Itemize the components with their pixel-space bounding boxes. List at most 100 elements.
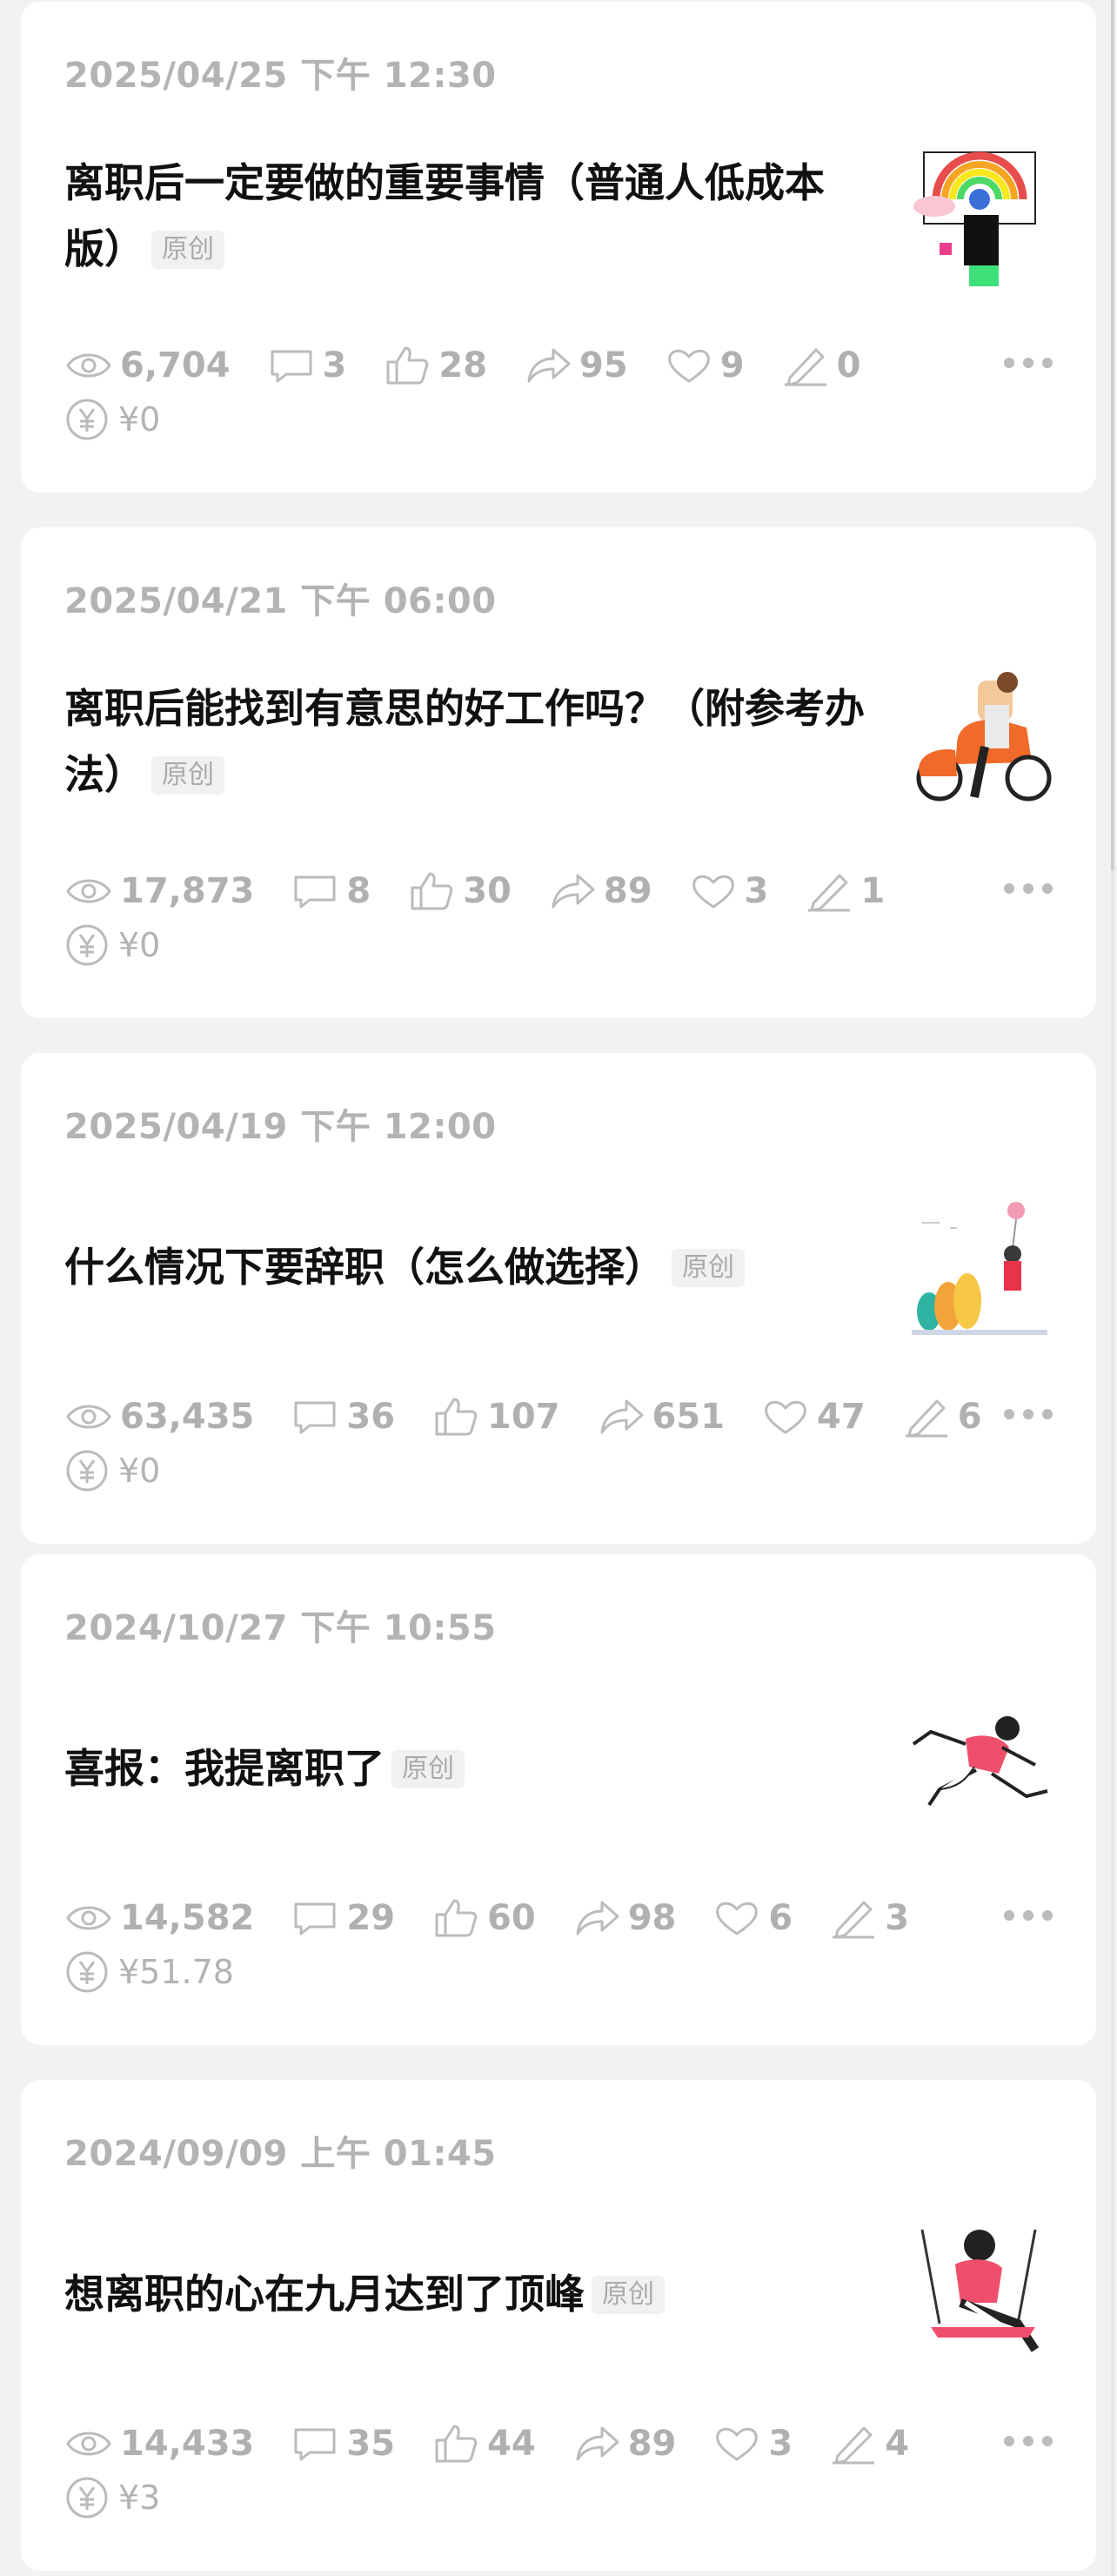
pen-icon [905, 1399, 947, 1438]
post-title-text: 喜报：我提离职了 [64, 1745, 385, 1792]
favorites-stat[interactable]: 47 [761, 1396, 866, 1438]
views-count: 14,582 [120, 1898, 255, 1938]
views-stat: 17,873 [64, 870, 254, 912]
pen-icon [833, 2426, 875, 2465]
post-date: 2025/04/25 下午 12:30 [64, 56, 497, 96]
more-options-icon[interactable] [1004, 1401, 1053, 1427]
comments-count: 8 [346, 871, 371, 911]
shares-count: 89 [627, 2424, 677, 2464]
comment-icon [294, 2428, 336, 2461]
favorites-count: 47 [817, 1397, 866, 1437]
post-title[interactable]: 喜报：我提离职了 原创 [64, 1735, 882, 1801]
post-date: 2024/09/09 上午 01:45 [64, 2134, 497, 2174]
edits-stat[interactable]: 3 [829, 1897, 909, 1939]
more-options-icon[interactable] [1004, 350, 1053, 376]
more-options-icon[interactable] [1004, 875, 1053, 902]
shares-stat[interactable]: 95 [524, 345, 628, 386]
comments-count: 36 [346, 1397, 396, 1437]
post-title[interactable]: 什么情况下要辞职（怎么做选择） 原创 [64, 1234, 882, 1300]
favorites-count: 3 [768, 2424, 793, 2464]
original-tag: 原创 [151, 756, 224, 795]
comments-stat[interactable]: 36 [291, 1396, 395, 1438]
shares-count: 95 [579, 345, 628, 386]
comments-stat[interactable]: 29 [291, 1897, 395, 1939]
likes-stat[interactable]: 60 [431, 1897, 536, 1939]
comments-count: 29 [346, 1898, 396, 1938]
yuan-coin-icon [66, 2477, 108, 2519]
original-tag: 原创 [151, 231, 224, 269]
thumbs-up-icon [435, 1398, 478, 1436]
share-arrow-icon [576, 1901, 619, 1935]
post-title[interactable]: 离职后一定要做的重要事情（普通人低成本版） 原创 [64, 150, 882, 282]
comments-stat[interactable]: 35 [291, 2423, 395, 2465]
post-stats: 14,433 35 44 89 3 4 [64, 2415, 946, 2472]
original-tag: 原创 [391, 1750, 465, 1788]
comments-stat[interactable]: 3 [267, 345, 347, 386]
favorites-stat[interactable]: 3 [712, 2423, 793, 2465]
thumbs-up-icon [435, 1899, 478, 1937]
favorites-stat[interactable]: 9 [665, 345, 745, 386]
edits-stat[interactable]: 0 [781, 345, 860, 386]
edits-stat[interactable]: 4 [829, 2423, 909, 2465]
likes-count: 30 [463, 871, 512, 911]
post-title[interactable]: 离职后能找到有意思的好工作吗？（附参考办法） 原创 [64, 675, 882, 808]
income-amount: ¥0 [118, 400, 161, 439]
post-title[interactable]: 想离职的心在九月达到了顶峰 原创 [64, 2261, 882, 2327]
more-options-icon[interactable] [1004, 2428, 1053, 2454]
income-row: ¥0 [64, 395, 160, 444]
comment-icon [294, 875, 336, 909]
post-card[interactable]: 2025/04/19 下午 12:00 什么情况下要辞职（怎么做选择） 原创 63… [21, 1053, 1096, 1544]
running-person-illustration-icon [912, 1716, 1048, 1807]
post-date: 2025/04/19 下午 12:00 [64, 1107, 497, 1147]
heart-icon [716, 1902, 759, 1935]
shares-stat[interactable]: 651 [597, 1396, 725, 1438]
comments-count: 3 [322, 345, 347, 386]
likes-count: 60 [487, 1898, 536, 1938]
post-card[interactable]: 2025/04/21 下午 06:00 离职后能找到有意思的好工作吗？（附参考办… [21, 527, 1096, 1018]
edits-stat[interactable]: 1 [805, 870, 885, 912]
favorites-count: 6 [768, 1898, 793, 1938]
original-tag: 原创 [672, 1249, 745, 1287]
post-title-text: 想离职的心在九月达到了顶峰 [64, 2271, 585, 2318]
shares-count: 98 [627, 1898, 677, 1938]
post-card[interactable]: 2024/09/09 上午 01:45 想离职的心在九月达到了顶峰 原创 14,4… [21, 2080, 1096, 2571]
edits-count: 1 [860, 871, 886, 911]
post-stats: 17,873 8 30 89 3 1 [64, 862, 921, 920]
likes-stat[interactable]: 28 [383, 345, 487, 386]
likes-stat[interactable]: 107 [431, 1396, 560, 1438]
thumbs-up-icon [386, 346, 429, 385]
views-stat: 63,435 [64, 1396, 254, 1438]
views-count: 14,433 [120, 2424, 255, 2464]
share-arrow-icon [600, 1399, 644, 1434]
likes-stat[interactable]: 44 [431, 2423, 536, 2465]
post-title-text: 什么情况下要辞职（怎么做选择） [64, 1244, 665, 1291]
views-count: 63,435 [120, 1397, 255, 1437]
favorites-stat[interactable]: 6 [712, 1897, 793, 1939]
scrollbar-track[interactable] [1108, 0, 1117, 2576]
more-options-icon[interactable] [1004, 1902, 1053, 1929]
edits-stat[interactable]: 6 [902, 1396, 982, 1438]
income-amount: ¥3 [118, 2479, 161, 2517]
share-arrow-icon [576, 2426, 619, 2461]
shares-stat[interactable]: 98 [572, 1897, 677, 1939]
pen-icon [784, 348, 826, 386]
eye-icon [66, 2432, 111, 2456]
edits-count: 6 [957, 1397, 982, 1437]
pen-icon [808, 874, 851, 912]
favorites-stat[interactable]: 3 [689, 870, 768, 912]
shares-stat[interactable]: 89 [572, 2423, 677, 2465]
favorites-count: 9 [719, 345, 745, 386]
likes-stat[interactable]: 30 [407, 870, 512, 912]
likes-count: 44 [487, 2424, 536, 2464]
yuan-coin-icon [66, 1450, 108, 1492]
edits-count: 4 [885, 2424, 910, 2464]
scooter-illustration-icon [916, 672, 1052, 802]
views-stat: 14,433 [64, 2423, 254, 2465]
post-stats: 14,582 29 60 98 6 3 [64, 1889, 946, 1947]
post-card[interactable]: 2025/04/25 下午 12:30 离职后一定要做的重要事情（普通人低成本版… [21, 2, 1096, 493]
shares-stat[interactable]: 89 [548, 870, 652, 912]
post-card[interactable]: 2024/10/27 下午 10:55 喜报：我提离职了 原创 14,582 29 [21, 1554, 1096, 2045]
comments-stat[interactable]: 8 [291, 870, 371, 912]
thumbs-up-icon [435, 2425, 478, 2463]
swing-illustration-icon [920, 2229, 1040, 2352]
